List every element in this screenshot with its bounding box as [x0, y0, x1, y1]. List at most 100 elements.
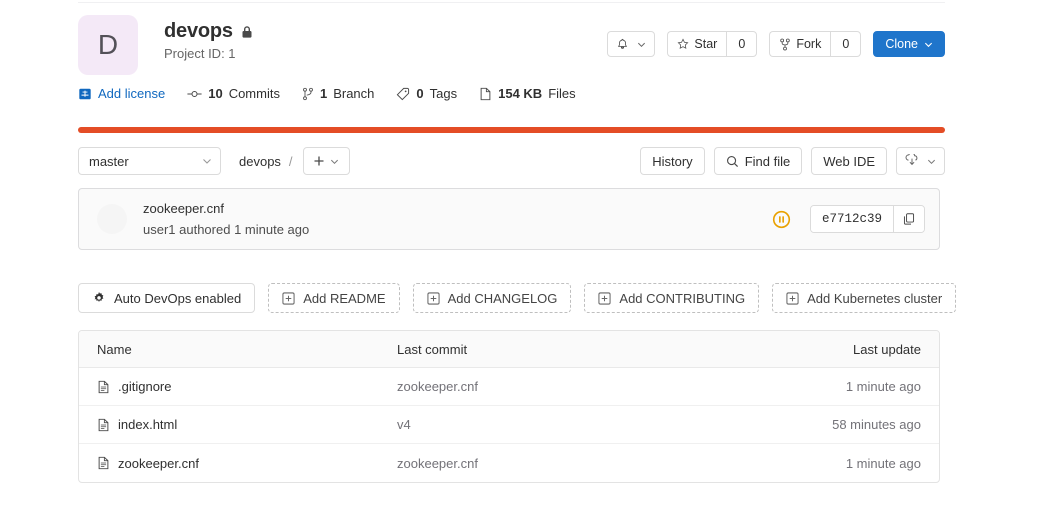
gear-icon: [92, 291, 106, 305]
file-name-link[interactable]: zookeeper.cnf: [118, 456, 199, 471]
tags-stat[interactable]: 0 Tags: [396, 86, 457, 101]
project-meta: devops Project ID: 1: [164, 15, 253, 61]
files-label: Files: [548, 86, 576, 101]
search-icon: [726, 155, 739, 168]
file-tree-table: Name Last commit Last update .gitignore …: [78, 330, 940, 483]
commits-label: Commits: [228, 86, 280, 101]
branches-count: 1: [319, 86, 328, 101]
star-icon: [677, 38, 689, 50]
fork-button-group[interactable]: Fork 0: [769, 31, 862, 57]
breadcrumb-separator: /: [288, 153, 293, 169]
clone-button[interactable]: Clone: [873, 31, 945, 57]
chevron-down-icon: [924, 40, 933, 49]
add-license-label: Add license: [98, 86, 166, 101]
last-commit-message[interactable]: zookeeper.cnf: [143, 199, 309, 219]
add-changelog-label: Add CHANGELOG: [447, 290, 558, 306]
add-kubernetes-cluster-button[interactable]: Add Kubernetes cluster: [772, 283, 957, 313]
star-label: Star: [694, 37, 718, 51]
table-row[interactable]: .gitignore zookeeper.cnf 1 minute ago: [79, 368, 939, 406]
project-id-label: Project ID: 1: [164, 46, 236, 61]
language-bar: [78, 127, 945, 133]
plus-square-icon: [426, 291, 440, 305]
copy-icon[interactable]: [893, 206, 924, 232]
project-title-row: devops: [164, 20, 253, 43]
plus-icon: [313, 155, 325, 167]
breadcrumb-root[interactable]: devops: [239, 154, 281, 169]
files-size: 154 KB: [498, 86, 543, 101]
project-header: D devops Project ID: 1 Star 0 Fork 0 Clo…: [78, 15, 945, 77]
history-label: History: [652, 153, 693, 169]
branches-label: Branch: [333, 86, 375, 101]
fork-button[interactable]: Fork: [769, 31, 831, 57]
file-name-cell: zookeeper.cnf: [97, 456, 397, 471]
add-contributing-button[interactable]: Add CONTRIBUTING: [584, 283, 760, 313]
file-name-cell: .gitignore: [97, 379, 397, 394]
header-actions: Star 0 Fork 0 Clone: [607, 31, 945, 57]
files-size-stat[interactable]: 154 KB Files: [479, 86, 576, 101]
download-icon: [905, 154, 919, 168]
file-last-commit[interactable]: zookeeper.cnf: [397, 456, 801, 471]
commits-stat[interactable]: 10 Commits: [187, 86, 280, 101]
chevron-down-icon: [637, 40, 646, 49]
download-source-button[interactable]: [896, 147, 945, 175]
license-icon: [78, 87, 92, 101]
star-button-group[interactable]: Star 0: [667, 31, 758, 57]
web-ide-button[interactable]: Web IDE: [811, 147, 887, 175]
table-header: Name Last commit Last update: [79, 331, 939, 368]
plus-square-icon: [282, 291, 295, 305]
star-count[interactable]: 0: [726, 31, 758, 57]
file-last-commit[interactable]: v4: [397, 417, 801, 432]
fork-count[interactable]: 0: [830, 31, 862, 57]
web-ide-label: Web IDE: [823, 153, 875, 169]
file-name-cell: index.html: [97, 417, 397, 432]
find-file-button[interactable]: Find file: [713, 147, 803, 175]
tag-icon: [396, 87, 410, 101]
column-header-last-commit: Last commit: [397, 341, 468, 357]
add-readme-button[interactable]: Add README: [268, 283, 400, 313]
add-changelog-button[interactable]: Add CHANGELOG: [412, 283, 572, 313]
table-row[interactable]: index.html v4 58 minutes ago: [79, 406, 939, 444]
project-stats: Add license 10 Commits 1 Branch 0 Tags 1…: [78, 86, 576, 101]
project-avatar-letter: D: [97, 29, 119, 60]
star-button[interactable]: Star: [667, 31, 727, 57]
plus-square-icon: [598, 291, 611, 305]
history-button[interactable]: History: [640, 147, 705, 175]
pipeline-paused-icon[interactable]: [772, 209, 792, 229]
commit-icon: [187, 88, 202, 100]
file-last-commit[interactable]: zookeeper.cnf: [397, 379, 801, 394]
file-size-icon: [479, 87, 492, 101]
tags-count: 0: [416, 86, 424, 101]
lock-icon: [241, 25, 253, 39]
file-last-update: 1 minute ago: [845, 455, 921, 471]
column-header-last-update: Last update: [853, 341, 921, 357]
project-page: D devops Project ID: 1 Star 0 Fork 0 Clo…: [0, 0, 1046, 519]
commit-sha[interactable]: e7712c39: [810, 206, 893, 232]
last-commit-text: zookeeper.cnf user1 authored 1 minute ag…: [143, 199, 309, 239]
quick-actions: Auto DevOps enabled Add README Add CHANG…: [78, 283, 957, 313]
fork-icon: [779, 38, 791, 51]
tags-label: Tags: [429, 86, 458, 101]
branches-stat[interactable]: 1 Branch: [302, 86, 374, 101]
table-row[interactable]: zookeeper.cnf zookeeper.cnf 1 minute ago: [79, 444, 939, 482]
branch-selector[interactable]: master: [78, 147, 221, 175]
last-commit-right: e7712c39: [772, 205, 925, 233]
commits-count: 10: [208, 86, 223, 101]
last-commit-author: user1 authored 1 minute ago: [143, 221, 310, 237]
page-title: devops: [164, 20, 233, 42]
notifications-button[interactable]: [607, 31, 656, 57]
file-last-update: 1 minute ago: [845, 379, 921, 394]
avatar: [97, 204, 127, 234]
chevron-down-icon: [202, 156, 212, 166]
file-last-update: 58 minutes ago: [832, 417, 921, 432]
add-to-tree-button[interactable]: [302, 147, 350, 175]
project-avatar: D: [78, 15, 138, 75]
file-icon: [97, 418, 110, 432]
file-name-link[interactable]: index.html: [118, 417, 177, 432]
auto-devops-button[interactable]: Auto DevOps enabled: [78, 283, 256, 313]
branch-icon: [302, 87, 314, 101]
bell-icon: [616, 38, 629, 51]
add-contributing-label: Add CONTRIBUTING: [619, 290, 746, 306]
file-icon: [97, 456, 110, 470]
file-name-link[interactable]: .gitignore: [118, 379, 171, 394]
add-license-link[interactable]: Add license: [78, 86, 165, 101]
